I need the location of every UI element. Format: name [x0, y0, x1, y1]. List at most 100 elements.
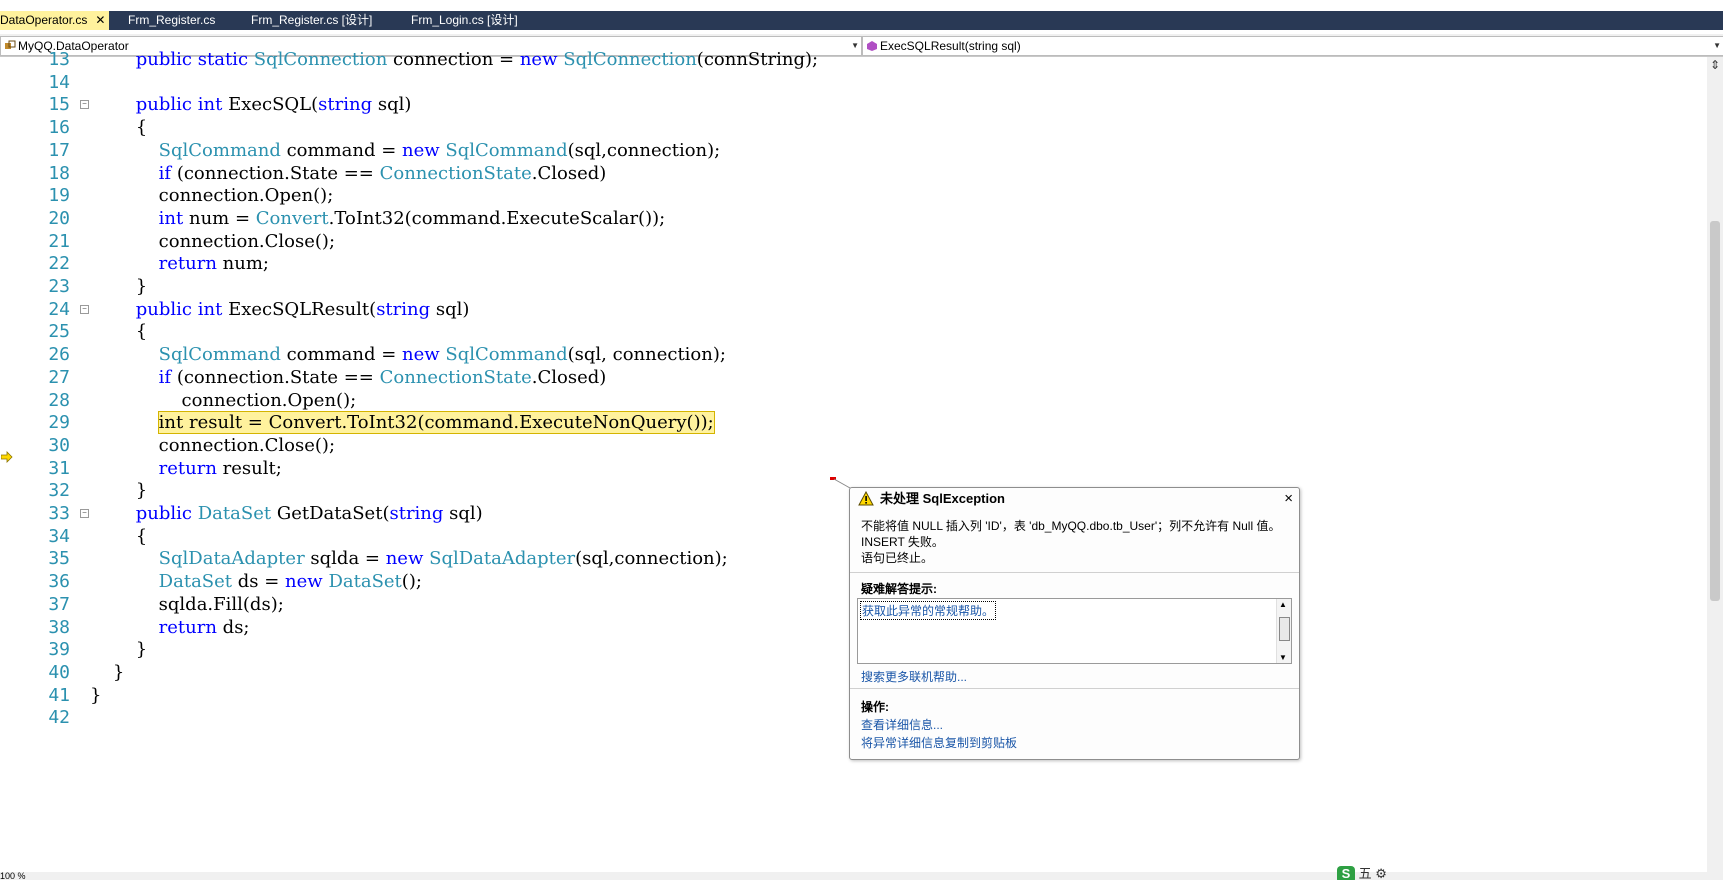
line-number: 24 [48, 298, 70, 320]
code-text: connection.Open(); [90, 185, 334, 207]
tab-bar: DataOperator.cs ✕ Frm_Register.cs Frm_Reg… [0, 11, 1723, 30]
close-tab-icon[interactable]: ✕ [95, 13, 105, 27]
code-line[interactable]: 23 } [0, 274, 1700, 299]
line-number: 31 [48, 457, 70, 479]
collapse-icon[interactable]: − [80, 304, 89, 314]
tips-scrollbar[interactable]: ▲ ▼ [1276, 599, 1291, 663]
code-line[interactable]: 20 int num = Convert.ToInt32(command.Exe… [0, 206, 1700, 231]
scroll-down-icon[interactable]: ▼ [1279, 653, 1287, 662]
tab-frm-register[interactable]: Frm_Register.cs [128, 11, 215, 30]
code-line[interactable]: 27 if (connection.State == ConnectionSta… [0, 365, 1700, 390]
line-number: 29 [48, 412, 70, 434]
code-line[interactable]: 22 return num; [0, 251, 1700, 276]
exception-message-line: 不能将值 NULL 插入列 'ID'，表 'db_MyQQ.dbo.tb_Use… [861, 519, 1281, 549]
code-line[interactable]: 26 SqlCommand command = new SqlCommand(s… [0, 342, 1700, 367]
copy-exception-details-link[interactable]: 将异常详细信息复制到剪贴板 [861, 734, 1017, 751]
line-number: 39 [48, 639, 70, 661]
code-text: { [90, 117, 148, 139]
tab-dataoperator[interactable]: DataOperator.cs ✕ [0, 11, 110, 30]
code-line[interactable]: 18 if (connection.State == ConnectionSta… [0, 161, 1700, 186]
code-text: if (connection.State == ConnectionState.… [158, 162, 607, 184]
line-number: 38 [48, 616, 70, 638]
ime-mode[interactable]: 五 [1359, 866, 1372, 880]
line-number: 18 [48, 162, 70, 184]
divider [850, 572, 1299, 573]
code-text: { [90, 525, 148, 547]
tab-frm-register-design[interactable]: Frm_Register.cs [设计] [251, 11, 372, 30]
search-online-help-link[interactable]: 搜索更多联机帮助... [861, 668, 967, 685]
code-line[interactable]: 17 SqlCommand command = new SqlCommand(s… [0, 138, 1700, 163]
code-text: connection.Open(); [90, 389, 357, 411]
code-line[interactable]: 25 { [0, 319, 1700, 344]
code-text: { [90, 321, 148, 343]
divider [850, 688, 1299, 689]
troubleshooting-tips-list[interactable]: 获取此异常的常规帮助。 ▲ ▼ [857, 598, 1292, 664]
exception-assistant-popup: 未处理 SqlException × 不能将值 NULL 插入列 'ID'，表 … [849, 487, 1300, 760]
line-number: 27 [48, 366, 70, 388]
exception-message-line-2: 语句已终止。 [861, 551, 934, 565]
line-number: 37 [48, 593, 70, 615]
line-number: 35 [48, 548, 70, 570]
popup-title: 未处理 SqlException [880, 491, 1005, 506]
line-number: 21 [48, 230, 70, 252]
line-number: 20 [48, 207, 70, 229]
code-text: } [90, 480, 148, 502]
tab-frm-login-design[interactable]: Frm_Login.cs [设计] [411, 11, 518, 30]
ime-settings-icon[interactable]: ⚙ [1375, 866, 1387, 880]
actions-heading: 操作: [861, 700, 889, 714]
line-number: 23 [48, 276, 70, 297]
line-number: 22 [48, 253, 70, 275]
line-number: 30 [48, 434, 70, 456]
code-line[interactable]: 19 connection.Open(); [0, 183, 1700, 208]
splitter-icon[interactable]: ⇕ [1709, 59, 1721, 71]
code-text: SqlDataAdapter sqlda = new SqlDataAdapte… [158, 548, 728, 570]
line-number: 34 [48, 525, 70, 547]
line-number: 15 [48, 94, 70, 116]
line-number: 17 [48, 139, 70, 161]
collapse-icon[interactable]: − [80, 509, 89, 518]
code-line[interactable]: 16 { [0, 115, 1700, 140]
view-details-link[interactable]: 查看详细信息... [861, 716, 943, 733]
code-line[interactable]: 29 int result = Convert.ToInt32(command.… [0, 410, 1700, 435]
tab-label: Frm_Register.cs [设计] [251, 13, 373, 27]
code-text: connection.Close(); [90, 230, 336, 252]
code-text: } [90, 639, 148, 661]
code-text: int num = Convert.ToInt32(command.Execut… [158, 207, 666, 229]
scroll-thumb[interactable] [1710, 221, 1720, 601]
code-line[interactable]: 21 connection.Close(); [0, 229, 1700, 254]
general-help-link[interactable]: 获取此异常的常规帮助。 [860, 601, 997, 620]
current-statement-highlight: int result = Convert.ToInt32(command.Exe… [157, 411, 715, 435]
code-line[interactable]: 15− public int ExecSQL(string sql) [0, 92, 1700, 117]
code-line[interactable]: 24− public int ExecSQLResult(string sql) [0, 297, 1700, 322]
code-text: if (connection.State == ConnectionState.… [158, 366, 607, 388]
tab-label: Frm_Register.cs [128, 13, 216, 27]
code-text: return result; [158, 457, 282, 479]
document-tab-strip: DataOperator.cs ✕ Frm_Register.cs Frm_Reg… [0, 0, 1723, 30]
code-line[interactable]: 28 connection.Open(); [0, 388, 1700, 413]
code-text: } [90, 276, 148, 297]
code-text: SqlCommand command = new SqlCommand(sql,… [158, 344, 726, 366]
line-number: 32 [48, 480, 70, 502]
code-line[interactable]: 13 public static SqlConnection connectio… [0, 47, 1700, 72]
sogou-icon[interactable]: S [1337, 866, 1355, 880]
scroll-thumb[interactable] [1279, 617, 1290, 641]
code-line[interactable]: 14 [0, 70, 1700, 95]
code-line[interactable]: 30 connection.Close(); [0, 433, 1700, 458]
tab-label: DataOperator.cs [0, 13, 88, 27]
zoom-level[interactable]: 100 % [0, 872, 26, 880]
chevron-down-icon: ▼ [1713, 41, 1721, 50]
line-number: 14 [48, 71, 70, 93]
code-text: sqlda.Fill(ds); [90, 593, 284, 615]
code-text: return num; [158, 253, 269, 275]
scroll-up-icon[interactable]: ▲ [1279, 600, 1287, 609]
collapse-icon[interactable]: − [80, 100, 89, 110]
editor-vertical-scrollbar[interactable]: ⇕ [1707, 57, 1723, 872]
line-number: 25 [48, 321, 70, 343]
code-text: public DataSet GetDataSet(string sql) [135, 503, 483, 524]
close-icon[interactable]: × [1284, 488, 1293, 510]
ime-toolbar[interactable]: S 五 ⚙ [1337, 863, 1487, 880]
line-number: 40 [48, 661, 70, 683]
current-statement-arrow-icon [1, 451, 13, 463]
line-number: 36 [48, 571, 70, 593]
code-text: return ds; [158, 616, 250, 638]
